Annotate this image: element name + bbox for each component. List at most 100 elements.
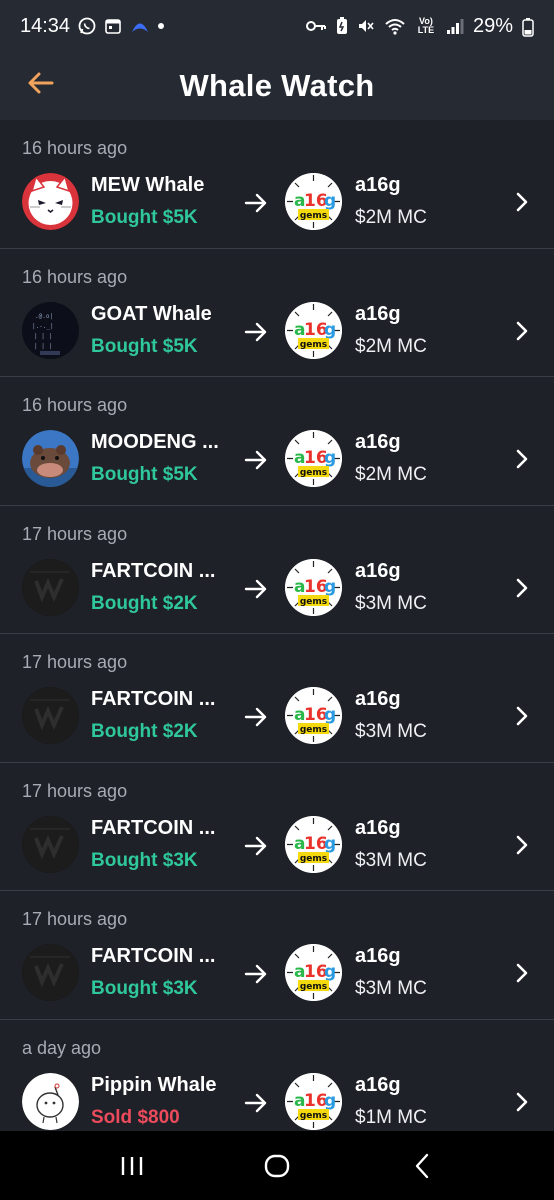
back-button[interactable] <box>22 64 60 102</box>
home-button[interactable] <box>257 1146 297 1186</box>
svg-text:gems: gems <box>300 1111 327 1121</box>
svg-text:g: g <box>324 962 336 982</box>
whale-action: Bought $2K <box>91 721 198 742</box>
a16g-token-logo-icon: a 16 g gems <box>285 301 342 359</box>
token-name: a16g <box>355 688 401 710</box>
whale-action: Sold $800 <box>91 1106 180 1128</box>
battery-saver-icon <box>336 17 348 35</box>
whale-action: Bought $2K <box>91 592 198 614</box>
whale-activity-item[interactable]: 17 hours ago FARTCOIN ... Bought $3K a 16 g ge… <box>0 763 554 891</box>
whale-name: FARTCOIN ... <box>91 688 216 710</box>
more-notifications-dot-icon <box>156 17 166 35</box>
whale-action: Bought $5K <box>91 335 198 357</box>
calendar-icon <box>104 17 122 35</box>
svg-text:g: g <box>324 1091 336 1111</box>
svg-text:gems: gems <box>300 597 327 607</box>
whale-name: Pippin Whale <box>91 1073 217 1096</box>
chevron-right-icon <box>510 319 534 343</box>
goat-terminal-icon: .@.o| |.-._| | | | | | | <box>22 301 79 359</box>
svg-text:|.-._|: |.-._| <box>32 323 54 330</box>
a16g-token-logo-icon: a 16 g gems <box>285 430 342 487</box>
vpn-key-icon <box>305 17 327 35</box>
svg-text:| | |: | | | <box>34 343 52 350</box>
token-market-cap: $3M MC <box>355 721 427 742</box>
battery-percent: 29% <box>472 14 513 37</box>
token-name: a16g <box>355 945 401 967</box>
status-time: 14:34 <box>20 14 71 37</box>
a16g-token-logo-icon: a 16 g gems <box>285 687 342 744</box>
chevron-right-icon <box>510 447 534 471</box>
item-time: 16 hours ago <box>22 266 128 287</box>
whale-activity-item[interactable]: 16 hours ago MOODENG ... Bought $5K a 16 g gem… <box>0 377 554 506</box>
whatsapp-icon <box>78 17 96 35</box>
whale-activity-item[interactable]: 17 hours ago FARTCOIN ... Bought $3K a 16 g ge… <box>0 891 554 1020</box>
arrow-right-icon <box>243 447 269 473</box>
whale-name: FARTCOIN ... <box>91 816 216 839</box>
recent-apps-icon <box>122 1156 143 1175</box>
token-name: a16g <box>355 559 401 582</box>
arrow-right-icon <box>243 833 269 859</box>
chevron-right-icon <box>510 833 534 857</box>
token-market-cap: $2M MC <box>355 207 427 228</box>
svg-text:g: g <box>324 705 336 725</box>
svg-text:.@.o|: .@.o| <box>35 313 53 320</box>
whale-action: Bought $5K <box>91 207 198 228</box>
svg-text:gems: gems <box>300 340 327 350</box>
whale-action: Bought $5K <box>91 464 198 485</box>
fartcoin-icon <box>22 558 79 616</box>
svg-text:g: g <box>324 320 336 340</box>
whale-action: Bought $3K <box>91 978 198 999</box>
moodeng-hippo-icon <box>22 430 79 487</box>
system-nav-bar <box>0 1131 554 1200</box>
item-time: 17 hours ago <box>22 780 128 801</box>
token-name: a16g <box>355 302 401 325</box>
fartcoin-icon <box>22 815 79 873</box>
whale-name: MOODENG ... <box>91 431 219 453</box>
chevron-right-icon <box>510 576 534 600</box>
a16g-token-logo-icon: a 16 g gems <box>285 558 342 616</box>
whale-activity-item[interactable]: 17 hours ago FARTCOIN ... Bought $2K a 16 g ge… <box>0 506 554 634</box>
a16g-token-logo-icon: a 16 g gems <box>285 815 342 873</box>
whale-activity-item[interactable]: 16 hours ago MEW Whale Bought $5K a 16 g gems a… <box>0 120 554 249</box>
app-header: Whale Watch <box>0 52 554 120</box>
whale-name: MEW Whale <box>91 174 205 196</box>
whale-name: FARTCOIN ... <box>91 559 216 582</box>
whale-name: GOAT Whale <box>91 302 212 325</box>
svg-text:g: g <box>324 577 336 597</box>
signal-icon <box>446 17 464 35</box>
whale-activity-item[interactable]: 16 hours ago .@.o| |.-._| | | | | | | GOAT Wh… <box>0 249 554 377</box>
token-name: a16g <box>355 431 401 453</box>
app-notification-icon <box>130 17 149 35</box>
token-market-cap: $2M MC <box>355 335 427 357</box>
svg-text:gems: gems <box>300 982 327 992</box>
fartcoin-icon <box>22 944 79 1001</box>
whale-name: FARTCOIN ... <box>91 945 216 967</box>
chevron-right-icon <box>510 1090 534 1114</box>
svg-text:g: g <box>324 834 336 854</box>
mew-cat-icon <box>22 173 79 230</box>
a16g-token-logo-icon: a 16 g gems <box>285 173 342 230</box>
item-time: 17 hours ago <box>22 523 128 544</box>
token-market-cap: $3M MC <box>355 978 427 999</box>
whale-activity-item[interactable]: a day ago Pippin Whale Sold $800 a 16 g gems a1… <box>0 1020 554 1148</box>
pippin-unicorn-icon <box>22 1072 79 1130</box>
chevron-right-icon <box>510 961 534 985</box>
battery-icon <box>522 17 534 37</box>
item-time: 16 hours ago <box>22 395 128 415</box>
chevron-right-icon <box>510 704 534 728</box>
svg-text:gems: gems <box>300 468 327 478</box>
token-market-cap: $3M MC <box>355 592 427 614</box>
arrow-right-icon <box>243 1090 269 1116</box>
token-market-cap: $1M MC <box>355 1106 427 1128</box>
recent-apps-button[interactable] <box>112 1146 152 1186</box>
whale-activity-item[interactable]: 17 hours ago FARTCOIN ... Bought $2K a 16 g ge… <box>0 634 554 763</box>
arrow-right-icon <box>243 319 269 345</box>
token-market-cap: $2M MC <box>355 464 427 485</box>
item-time: 17 hours ago <box>22 652 128 672</box>
system-back-button[interactable] <box>402 1146 442 1186</box>
fartcoin-icon <box>22 687 79 744</box>
status-bar: 14:34 Vo) LTE 29% <box>0 0 554 52</box>
whale-activity-list: 16 hours ago MEW Whale Bought $5K a 16 g gems a… <box>0 120 554 1148</box>
svg-text:| | |: | | | <box>34 333 52 340</box>
a16g-token-logo-icon: a 16 g gems <box>285 1072 342 1130</box>
